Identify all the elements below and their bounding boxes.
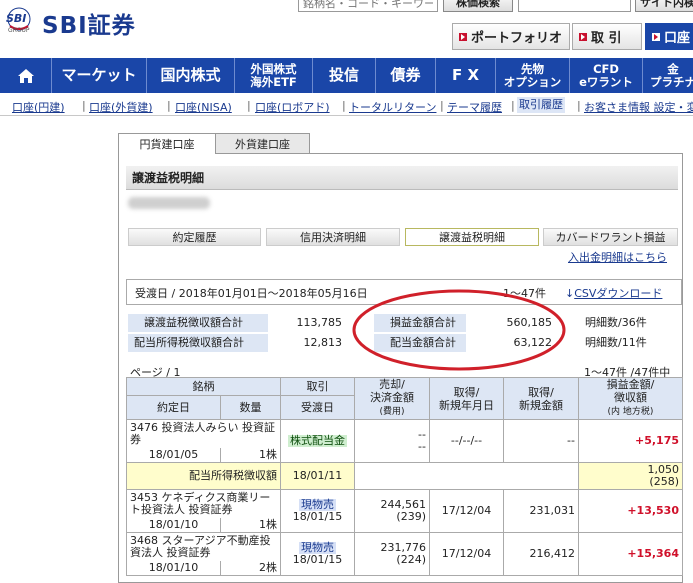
col-header-settle-date: 受渡日 <box>280 394 355 421</box>
site-search-button[interactable]: サイト内検 <box>635 0 693 12</box>
subnav-account-foreign[interactable]: 口座(外貨建) <box>89 99 153 115</box>
subnav-theme-history[interactable]: テーマ履歴 <box>447 99 502 115</box>
deposit-withdrawal-link[interactable]: 入出金明細はこちら <box>568 249 667 265</box>
table-row: 3476 投資法人みらい 投資証券 株式配当金 -- -- --/--/-- --… <box>126 419 683 463</box>
arrow-icon <box>579 32 587 41</box>
col-header-sell: 売却/ 決済金額 (費用) <box>354 377 430 420</box>
row-acq-amount: 216,412 <box>503 532 579 576</box>
row-acq-date: 17/12/04 <box>429 532 504 576</box>
detail-table: 銘柄 取引 売却/ 決済金額 (費用) 取得/ 新規年月日 取得/ 新規金額 損益… <box>126 377 683 576</box>
table-row: 3468 スターアジア不動産投資法人 投資証券 現物売 18/01/15 231,… <box>126 532 683 576</box>
section-title: 譲渡益税明細 <box>126 166 678 190</box>
subnav-account-nisa[interactable]: 口座(NISA) <box>175 99 232 115</box>
row-exec-date: 18/01/10 <box>126 561 221 576</box>
col-header-meigara: 銘柄 <box>126 377 281 396</box>
row-exec-date: 18/01/05 <box>126 448 221 463</box>
sub-nav: 口座(円建) | 口座(外貨建) | 口座(NISA) | 口座(ロボアド) |… <box>0 93 693 116</box>
arrow-icon <box>459 32 467 41</box>
total-dividend-tax-label: 配当所得税徴収額合計 <box>128 334 268 352</box>
stock-search-input[interactable] <box>298 0 438 12</box>
blurred-account-name <box>128 197 210 209</box>
row-pl: +13,530 <box>578 489 683 533</box>
row-pl: +5,175 <box>578 419 683 463</box>
tab-foreign-account[interactable]: 外貨建口座 <box>215 133 310 153</box>
period-text: 受渡日 / 2018年01月01日〜2018年05月16日 <box>135 287 368 300</box>
table-row: 3453 ケネディクス商業リート投資法人 投資証券 現物売 18/01/15 24… <box>126 489 683 533</box>
nav-investment-trusts[interactable]: 投信 <box>313 58 376 93</box>
nav-futures-options[interactable]: 先物 オプション <box>496 58 570 93</box>
tab-jpy-account[interactable]: 円貨建口座 <box>118 133 216 154</box>
row-stock-name[interactable]: 3476 投資法人みらい 投資証券 <box>126 419 281 448</box>
subnav-account-jpy[interactable]: 口座(円建) <box>12 99 65 115</box>
nav-gold-platinum[interactable]: 金 プラチナ <box>643 58 693 93</box>
nav-cfd-ewarrant[interactable]: CFD eワラント <box>570 58 643 93</box>
tax-settle-date: 18/01/11 <box>280 462 355 490</box>
btab-margin-settlement[interactable]: 信用決済明細 <box>266 228 400 246</box>
total-dividend-tax-value: 12,813 <box>303 336 343 349</box>
home-icon <box>17 68 34 83</box>
row-qty: 1株 <box>220 448 281 463</box>
account-button[interactable]: 口座 <box>645 23 693 50</box>
detail-count-2: 明細数/11件 <box>585 336 647 349</box>
stock-search-button[interactable]: 株価検索 <box>443 0 513 12</box>
btab-covered-warrant[interactable]: カバードワラント損益 <box>543 228 678 246</box>
table-row-tax: 配当所得税徴収額 18/01/11 1,050 (258) <box>126 462 683 490</box>
row-pl: +15,364 <box>578 532 683 576</box>
site-search-input[interactable] <box>518 0 631 12</box>
col-header-pl: 損益金額/ 徴収額 (内 地方税) <box>578 377 683 420</box>
nav-foreign-stocks[interactable]: 外国株式 海外ETF <box>235 58 313 93</box>
row-sell: 244,561 (239) <box>354 489 430 533</box>
row-acq-amount: -- <box>503 419 579 463</box>
subnav-account-roboad[interactable]: 口座(ロボアド) <box>255 99 330 115</box>
nav-market[interactable]: マーケット <box>52 58 147 93</box>
row-sell: -- -- <box>354 419 430 463</box>
logo-text[interactable]: SBI証券 <box>42 6 136 40</box>
row-sell: 231,776 (224) <box>354 532 430 576</box>
home-button[interactable] <box>0 58 52 93</box>
nav-bonds[interactable]: 債券 <box>376 58 436 93</box>
subnav-trade-history[interactable]: 取引履歴 <box>517 97 565 113</box>
main-nav: マーケット 国内株式 外国株式 海外ETF 投信 債券 F X 先物 オプション… <box>0 58 693 93</box>
subnav-customer-info[interactable]: お客さま情報 設定・変 <box>584 99 693 115</box>
total-capital-gains-tax-value: 113,785 <box>296 316 343 329</box>
row-type: 株式配当金 <box>280 419 355 463</box>
row-type: 現物売 18/01/15 <box>280 489 355 533</box>
nav-domestic-stocks[interactable]: 国内株式 <box>147 58 235 93</box>
col-header-acq-date: 取得/ 新規年月日 <box>429 377 504 420</box>
col-header-torihiki: 取引 <box>280 377 355 396</box>
row-type: 現物売 18/01/15 <box>280 532 355 576</box>
row-stock-name[interactable]: 3453 ケネディクス商業リート投資法人 投資証券 <box>126 489 281 518</box>
tax-value: 1,050 (258) <box>578 462 683 490</box>
csv-download-link[interactable]: ↓CSVダウンロード <box>565 285 662 301</box>
row-exec-date: 18/01/10 <box>126 518 221 533</box>
svg-text:SBI: SBI <box>6 12 26 25</box>
detail-count-1: 明細数/36件 <box>585 316 647 329</box>
portfolio-button[interactable]: ポートフォリオ <box>452 23 570 50</box>
btab-execution-history[interactable]: 約定履歴 <box>128 228 261 246</box>
logo-group-text: GROUP <box>8 27 30 34</box>
total-capital-gains-tax-label: 譲渡益税徴収額合計 <box>128 314 268 332</box>
trade-button[interactable]: 取 引 <box>572 23 642 50</box>
row-qty: 2株 <box>220 561 281 576</box>
row-qty: 1株 <box>220 518 281 533</box>
arrow-icon <box>652 32 660 41</box>
highlight-circle <box>352 289 566 371</box>
col-header-qty: 数量 <box>220 394 281 421</box>
nav-fx[interactable]: F X <box>436 58 496 93</box>
col-header-exec-date: 約定日 <box>126 394 221 421</box>
row-stock-name[interactable]: 3468 スターアジア不動産投資法人 投資証券 <box>126 532 281 561</box>
row-acq-amount: 231,031 <box>503 489 579 533</box>
row-acq-date: --/--/-- <box>429 419 504 463</box>
col-header-acq-amount: 取得/ 新規金額 <box>503 377 579 420</box>
tax-label: 配当所得税徴収額 <box>126 462 281 490</box>
btab-capital-gains-tax[interactable]: 譲渡益税明細 <box>405 228 539 246</box>
subnav-total-return[interactable]: トータルリターン <box>349 99 436 115</box>
row-acq-date: 17/12/04 <box>429 489 504 533</box>
